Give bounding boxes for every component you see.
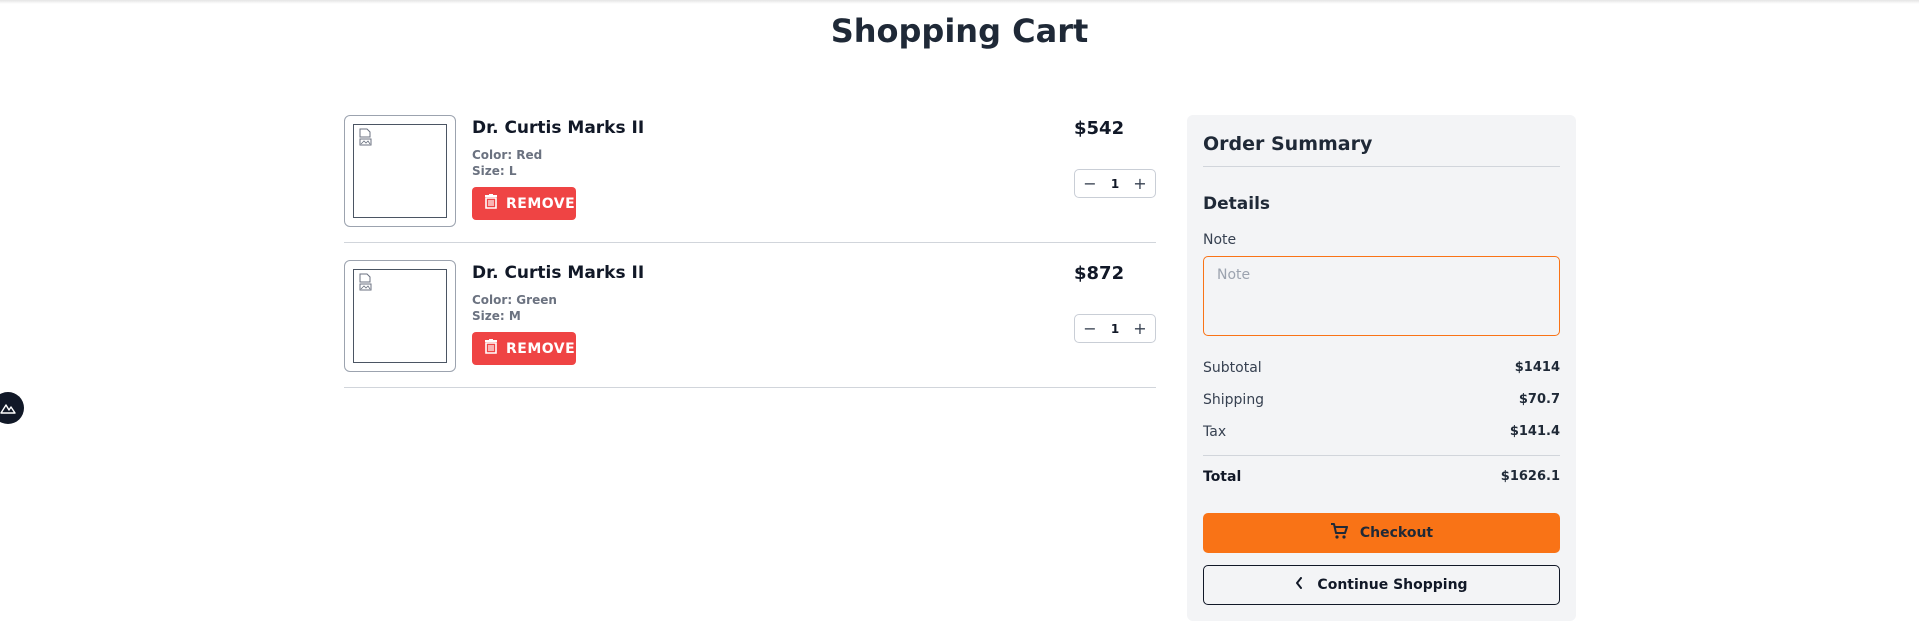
subtotal-label: Subtotal xyxy=(1203,360,1262,376)
cart-icon xyxy=(1330,522,1348,544)
total-row: Total $1626.1 xyxy=(1203,469,1560,485)
remove-label: REMOVE xyxy=(506,340,576,357)
summary-divider xyxy=(1203,166,1560,167)
note-label: Note xyxy=(1203,232,1237,248)
details-title: Details xyxy=(1203,194,1271,214)
remove-button[interactable]: REMOVE xyxy=(472,332,576,365)
total-label: Total xyxy=(1203,469,1242,485)
total-divider xyxy=(1203,455,1560,456)
product-name[interactable]: Dr. Curtis Marks II xyxy=(472,118,644,138)
trash-icon xyxy=(484,194,498,213)
header-shadow xyxy=(0,0,1919,4)
subtotal-value: $1414 xyxy=(1514,360,1560,375)
product-price: $872 xyxy=(1074,263,1125,284)
subtotal-row: Subtotal $1414 xyxy=(1203,360,1560,376)
mountain-logo-icon xyxy=(0,399,16,418)
product-thumbnail[interactable] xyxy=(344,260,456,372)
plus-icon[interactable]: + xyxy=(1133,175,1147,192)
continue-shopping-label: Continue Shopping xyxy=(1317,577,1468,593)
product-color: Color: Red xyxy=(472,148,543,162)
tax-label: Tax xyxy=(1203,424,1227,440)
product-thumbnail[interactable] xyxy=(344,115,456,227)
side-badge[interactable] xyxy=(0,392,24,424)
order-summary-title: Order Summary xyxy=(1203,133,1373,155)
shipping-row: Shipping $70.7 xyxy=(1203,392,1560,408)
chevron-left-icon xyxy=(1295,577,1303,593)
quantity-stepper: − 1 + xyxy=(1074,314,1156,343)
tax-row: Tax $141.4 xyxy=(1203,424,1560,440)
product-price: $542 xyxy=(1074,118,1125,139)
total-value: $1626.1 xyxy=(1500,469,1560,484)
product-color: Color: Green xyxy=(472,293,557,307)
cart-item: Dr. Curtis Marks II Color: Red Size: L R… xyxy=(344,115,1156,245)
plus-icon[interactable]: + xyxy=(1133,320,1147,337)
quantity-value[interactable]: 1 xyxy=(1111,322,1119,336)
quantity-stepper: − 1 + xyxy=(1074,169,1156,198)
cart-item: Dr. Curtis Marks II Color: Green Size: M… xyxy=(344,260,1156,390)
quantity-value[interactable]: 1 xyxy=(1111,177,1119,191)
item-divider xyxy=(344,387,1156,388)
note-input[interactable] xyxy=(1203,256,1560,336)
item-divider xyxy=(344,242,1156,243)
trash-icon xyxy=(484,339,498,358)
shipping-value: $70.7 xyxy=(1518,392,1560,407)
minus-icon[interactable]: − xyxy=(1083,320,1097,337)
product-name[interactable]: Dr. Curtis Marks II xyxy=(472,263,644,283)
tax-value: $141.4 xyxy=(1509,424,1560,439)
page-title: Shopping Cart xyxy=(830,12,1089,50)
thumbnail-frame xyxy=(353,269,447,363)
product-size: Size: M xyxy=(472,309,521,323)
checkout-label: Checkout xyxy=(1359,525,1434,541)
remove-button[interactable]: REMOVE xyxy=(472,187,576,220)
checkout-button[interactable]: Checkout xyxy=(1203,513,1560,553)
shipping-label: Shipping xyxy=(1203,392,1265,408)
product-size: Size: L xyxy=(472,164,517,178)
minus-icon[interactable]: − xyxy=(1083,175,1097,192)
continue-shopping-button[interactable]: Continue Shopping xyxy=(1203,565,1560,605)
thumbnail-frame xyxy=(353,124,447,218)
remove-label: REMOVE xyxy=(506,195,576,212)
order-summary-panel: Order Summary Details Note Subtotal $141… xyxy=(1187,115,1576,621)
